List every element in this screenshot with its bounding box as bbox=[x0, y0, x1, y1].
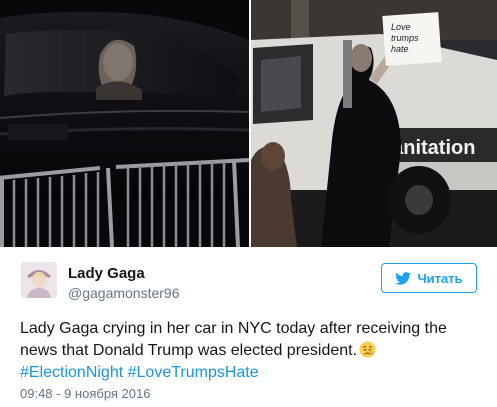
truck-photo-graphic: sanitation Love trumps hate bbox=[251, 0, 497, 247]
tweet-media: sanitation Love trumps hate bbox=[0, 0, 497, 247]
car-photo-graphic bbox=[0, 0, 249, 247]
twitter-bird-icon bbox=[395, 271, 412, 285]
hashtag-love-trumps-hate[interactable]: #LoveTrumpsHate bbox=[128, 364, 259, 381]
hashtag-election-night[interactable]: #ElectionNight bbox=[20, 364, 123, 381]
disappointed-relieved-face-icon bbox=[359, 341, 376, 358]
tweet-photo-car[interactable] bbox=[0, 0, 249, 247]
tweet-text: Lady Gaga crying in her car in NYC today… bbox=[20, 318, 482, 384]
tweet-timestamp[interactable]: 09:48 - 9 ноября 2016 bbox=[20, 386, 150, 401]
author-display-name[interactable]: Lady Gaga bbox=[68, 265, 145, 282]
tweet-card: sanitation Love trumps hate Lady Gaga @g… bbox=[0, 0, 497, 407]
avatar-icon bbox=[21, 262, 57, 298]
tweet-body: Lady Gaga crying in her car in NYC today… bbox=[20, 320, 447, 359]
follow-button-label: Читать bbox=[417, 270, 463, 286]
author-screen-name[interactable]: @gagamonster96 bbox=[68, 285, 180, 301]
sign-text-line-3: hate bbox=[391, 44, 409, 54]
follow-button[interactable]: Читать bbox=[381, 263, 477, 293]
tweet-photo-truck[interactable]: sanitation Love trumps hate bbox=[251, 0, 497, 247]
sign-text-line-2: trumps bbox=[391, 33, 419, 43]
user-avatar[interactable] bbox=[21, 262, 57, 298]
sign-text-line-1: Love bbox=[391, 22, 411, 32]
